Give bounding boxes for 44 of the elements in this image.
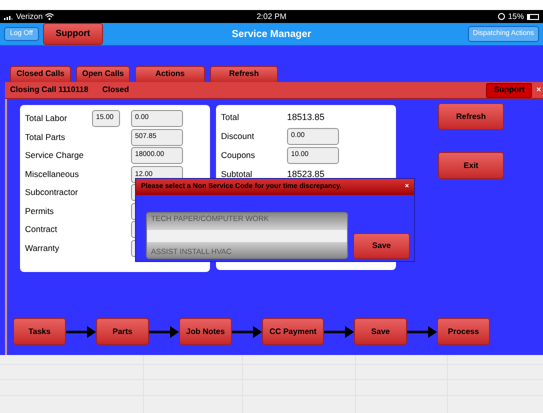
- arrow-icon: [149, 326, 179, 338]
- workflow-button[interactable]: Job Notes: [179, 318, 232, 345]
- field-label: Subtotal: [221, 168, 254, 181]
- workflow-button[interactable]: CC Payment: [262, 318, 324, 345]
- battery-percent: 15%: [508, 10, 524, 22]
- field-label: Subcontractor: [25, 186, 79, 199]
- workflow-button[interactable]: Parts: [96, 318, 149, 345]
- carrier-name: Verizon: [16, 10, 43, 22]
- amount-value: 18513.85: [287, 110, 325, 124]
- status-time: 2:02 PM: [256, 10, 286, 22]
- workflow-button[interactable]: Tasks: [13, 318, 66, 345]
- battery-icon: [527, 14, 539, 20]
- field-label: Coupons: [221, 149, 256, 162]
- dialog-title: Closing Call 1110118: [10, 84, 88, 96]
- tab[interactable]: Actions: [135, 66, 205, 83]
- wifi-icon: [44, 13, 54, 20]
- field-label: Total Labor: [25, 112, 68, 125]
- tab[interactable]: Refresh: [210, 66, 278, 83]
- call-status: Closed: [102, 84, 129, 96]
- tab[interactable]: Closed Calls: [10, 66, 71, 83]
- side-button[interactable]: Exit: [438, 152, 504, 179]
- arrow-icon: [66, 326, 96, 338]
- rotation-lock-icon: [498, 13, 505, 20]
- field-label: Warranty: [25, 242, 60, 254]
- field-label: Contract: [25, 223, 58, 236]
- workflow-button[interactable]: Save: [354, 318, 407, 345]
- app-title: Service Manager: [232, 28, 312, 42]
- amount-value: 18523.85: [287, 168, 325, 181]
- field-label: Permits: [25, 204, 55, 218]
- support-button[interactable]: Support: [486, 82, 532, 98]
- field-label: Discount: [221, 130, 256, 143]
- field-label: Miscellaneous: [25, 168, 80, 180]
- workflow-button[interactable]: Process: [437, 318, 490, 345]
- field-label: Total: [221, 111, 240, 124]
- field-label: Total Parts: [25, 130, 66, 144]
- save-button[interactable]: Save: [353, 233, 410, 259]
- close-button[interactable]: ×: [536, 84, 541, 96]
- arrow-icon: [407, 326, 437, 338]
- arrow-icon: [324, 326, 354, 338]
- field-label: Service Charge: [25, 149, 85, 162]
- arrow-icon: [232, 326, 262, 338]
- tab[interactable]: Open Calls: [76, 66, 130, 83]
- support-button[interactable]: Support: [42, 23, 103, 45]
- side-button[interactable]: Refresh: [438, 103, 504, 130]
